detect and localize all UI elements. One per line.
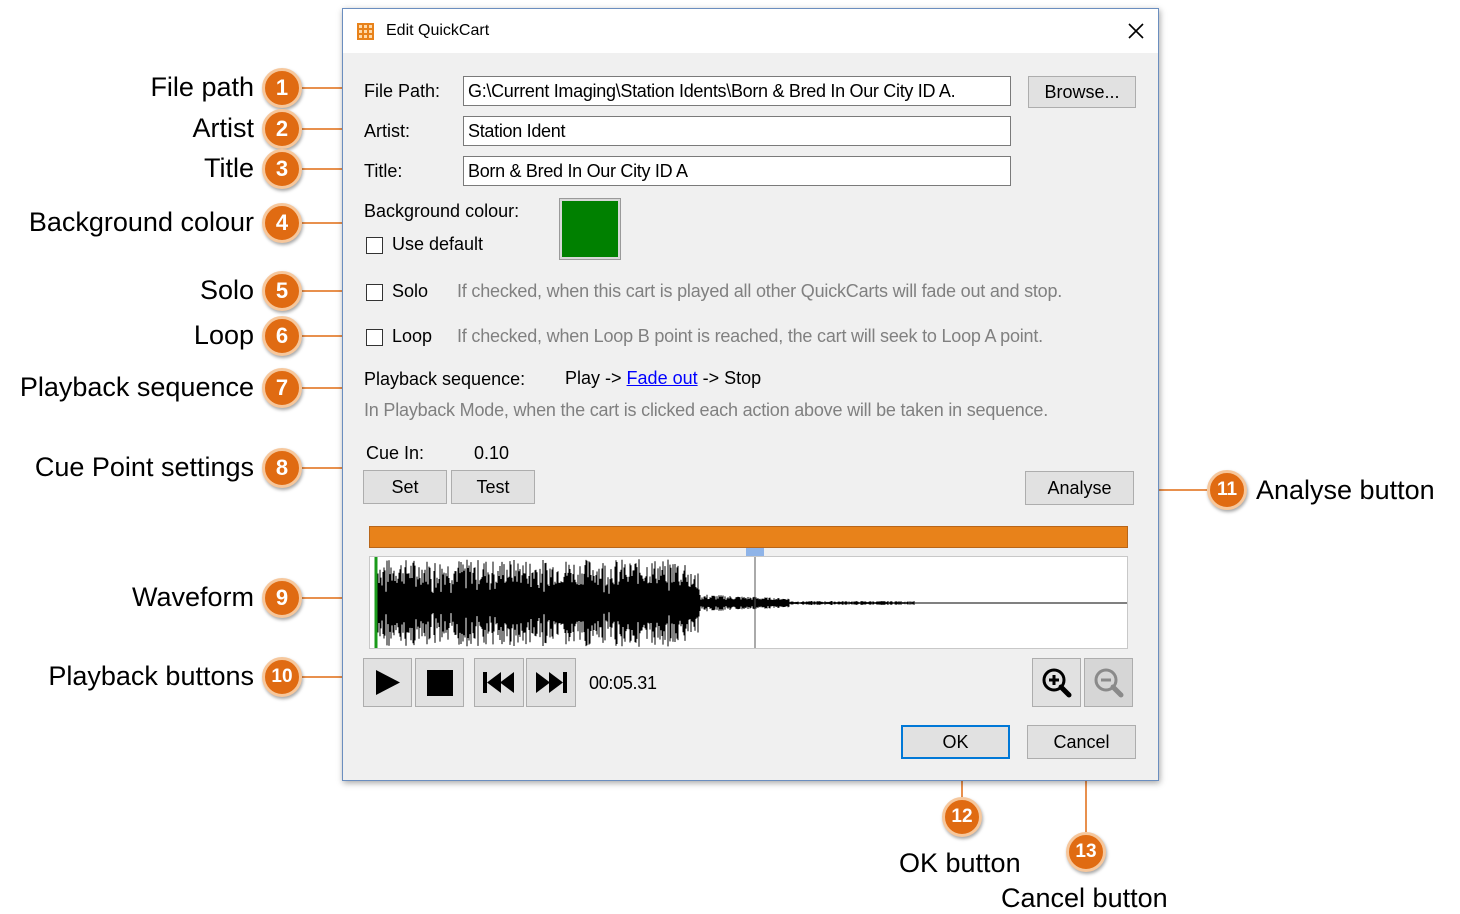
cancel-button[interactable]: Cancel: [1027, 725, 1136, 759]
cue-in-label: Cue In:: [366, 443, 425, 463]
callout-badge: 3: [262, 149, 302, 189]
waveform-display[interactable]: [369, 556, 1128, 649]
stop-button[interactable]: [415, 658, 464, 707]
callout-label-cancel-button: Cancel button: [1001, 883, 1168, 913]
callout-badge: 12: [942, 797, 982, 837]
callout-badge: 7: [262, 368, 302, 408]
callout-label-file-path: File path: [150, 72, 254, 102]
loop-label: Loop: [392, 326, 433, 346]
cue-in-value: 0.10: [474, 443, 510, 463]
title-input[interactable]: Born & Bred In Our City ID A: [463, 156, 1011, 186]
loop-hint: If checked, when Loop B point is reached…: [457, 326, 1043, 346]
browse-button[interactable]: Browse...: [1028, 76, 1136, 108]
playback-sequence-hint: In Playback Mode, when the cart is click…: [364, 400, 1049, 420]
callout-label-solo: Solo: [199, 275, 254, 305]
zoom-in-icon: [1042, 668, 1072, 698]
sequence-play-text: Play ->: [565, 368, 622, 388]
stop-icon: [427, 670, 453, 696]
callout-badge: 2: [262, 109, 302, 149]
artist-input[interactable]: Station Ident: [463, 116, 1011, 146]
callout-label-title: Title: [203, 153, 254, 183]
ok-button[interactable]: OK: [901, 725, 1010, 759]
skip-back-button[interactable]: [474, 658, 524, 707]
sequence-stop-text: -> Stop: [702, 368, 762, 388]
playback-sequence-value: Play -> Fade out -> Stop: [565, 368, 761, 389]
callout-label-cue-point-settings: Cue Point settings: [34, 452, 254, 482]
callout-label-analyse-button: Analyse button: [1256, 475, 1435, 505]
callout-label-playback-buttons: Playback buttons: [48, 661, 254, 691]
artist-label: Artist:: [364, 121, 411, 141]
callout-label-background-colour: Background colour: [28, 207, 254, 237]
background-colour-swatch[interactable]: [559, 198, 621, 260]
dialog-title: Edit QuickCart: [386, 22, 490, 39]
use-default-label: Use default: [392, 234, 484, 254]
zoom-out-icon: [1094, 668, 1124, 698]
fade-out-link[interactable]: Fade out: [627, 368, 698, 388]
loop-checkbox[interactable]: [366, 329, 383, 346]
elapsed-time: 00:05.31: [589, 673, 657, 693]
callout-label-artist: Artist: [192, 113, 254, 143]
cue-test-button[interactable]: Test: [451, 470, 535, 504]
zoom-in-button[interactable]: [1032, 658, 1081, 707]
callout-badge: 10: [262, 657, 302, 697]
use-default-checkbox[interactable]: [366, 237, 383, 254]
close-icon[interactable]: [1120, 15, 1152, 47]
playback-progress-bar[interactable]: [369, 526, 1128, 548]
callout-badge: 6: [262, 316, 302, 356]
analyse-button[interactable]: Analyse: [1025, 471, 1134, 505]
waveform-graphic: [374, 557, 1127, 648]
callout-label-loop: Loop: [193, 320, 254, 350]
skip-forward-button[interactable]: [526, 658, 576, 707]
callout-badge: 1: [262, 68, 302, 108]
callout-label-playback-sequence: Playback sequence: [19, 372, 254, 402]
callout-badge: 9: [262, 578, 302, 618]
app-grid-icon: [357, 23, 374, 40]
file-path-input[interactable]: G:\Current Imaging\Station Idents\Born &…: [463, 76, 1011, 106]
solo-hint: If checked, when this cart is played all…: [457, 281, 1063, 301]
callout-badge: 13: [1066, 832, 1106, 872]
callout-badge: 5: [262, 271, 302, 311]
callout-badge: 11: [1207, 470, 1247, 510]
callout-label-waveform: Waveform: [131, 582, 254, 612]
playback-sequence-label: Playback sequence:: [364, 369, 526, 389]
skip-forward-icon: [536, 672, 567, 693]
cue-set-button[interactable]: Set: [363, 470, 447, 504]
title-bar: Edit QuickCart: [343, 9, 1158, 53]
zoom-out-button[interactable]: [1084, 658, 1133, 707]
solo-checkbox[interactable]: [366, 284, 383, 301]
callout-badge: 4: [262, 203, 302, 243]
solo-label: Solo: [392, 281, 429, 301]
edit-quickcart-dialog: Edit QuickCart File Path: G:\Current Ima…: [342, 8, 1159, 781]
playhead-handle[interactable]: [746, 548, 764, 556]
skip-back-icon: [483, 672, 514, 693]
play-button[interactable]: [363, 658, 412, 707]
title-label: Title:: [364, 161, 403, 181]
callout-label-ok-button: OK button: [899, 848, 1021, 878]
background-colour-label: Background colour:: [364, 201, 520, 221]
file-path-label: File Path:: [364, 81, 441, 101]
play-icon: [376, 670, 400, 695]
callout-badge: 8: [262, 448, 302, 488]
